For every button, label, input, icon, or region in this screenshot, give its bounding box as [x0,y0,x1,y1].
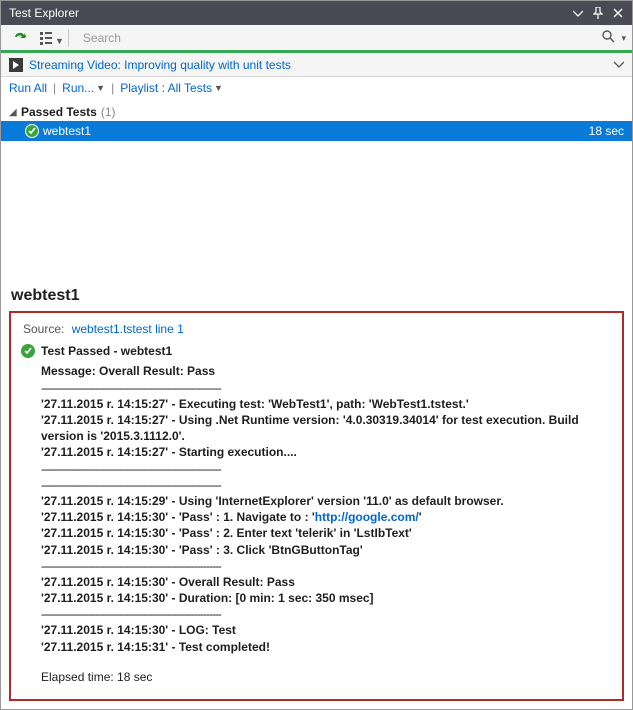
pin-button[interactable] [588,4,608,22]
log-line: '27.11.2015 r. 14:15:30' - Overall Resul… [41,574,610,590]
toolbar-separator [68,29,69,47]
detail-box: Source: webtest1.tstest line 1 Test Pass… [9,311,624,701]
run-all-link[interactable]: Run All [9,81,47,95]
log-line: '27.11.2015 r. 14:15:27' - Using .Net Ru… [41,412,610,444]
window-menu-button[interactable] [568,4,588,22]
pass-icon [21,344,35,358]
test-tree: ◢ Passed Tests (1) webtest1 18 sec [1,99,632,249]
search-dropdown-icon[interactable]: ▾ [621,33,626,44]
detail-panel: webtest1 Source: webtest1.tstest line 1 … [1,281,632,709]
search-icon[interactable] [597,29,619,46]
log-line: '27.11.2015 r. 14:15:29' - Using 'Intern… [41,493,610,509]
test-name: webtest1 [43,124,91,138]
chevron-down-icon: ▼ [214,83,223,93]
source-label: Source: [23,322,64,336]
close-button[interactable] [608,4,628,22]
chevron-down-icon: ▼ [96,83,105,93]
play-icon [9,58,23,72]
group-count: (1) [101,105,116,119]
message-header: Message: Overall Result: Pass [41,363,610,379]
log-line: '27.11.2015 r. 14:15:30' - 'Pass' : 1. N… [41,509,610,525]
separator: | [53,81,56,95]
status-text: Test Passed - webtest1 [41,343,172,359]
elapsed-time: Elapsed time: 18 sec [41,669,610,685]
detail-title: webtest1 [1,281,632,309]
log-line: '27.11.2015 r. 14:15:30' - LOG: Test [41,622,610,638]
navigate-url-link[interactable]: http://google.com/ [315,510,419,524]
refresh-icon[interactable] [7,27,33,49]
group-label: Passed Tests [21,105,97,119]
log-line: '27.11.2015 r. 14:15:30' - 'Pass' : 3. C… [41,542,610,558]
separator: | [111,81,114,95]
search-input[interactable]: Search [77,27,598,49]
log-line: '27.11.2015 r. 14:15:27' - Executing tes… [41,396,610,412]
test-row-webtest1[interactable]: webtest1 18 sec [1,121,632,141]
pass-icon [25,124,39,138]
log-separator: ----------------------------------------… [41,558,610,574]
run-dropdown-link[interactable]: Run...▼ [62,81,105,95]
log-line: '27.11.2015 r. 14:15:30' - Duration: [0 … [41,590,610,606]
window-title: Test Explorer [9,6,79,20]
status-line: Test Passed - webtest1 [21,343,610,359]
log-line: '27.11.2015 r. 14:15:31' - Test complete… [41,639,610,655]
log-separator: ----------------------------------------… [41,380,610,396]
log-line: '27.11.2015 r. 14:15:30' - 'Pass' : 2. E… [41,525,610,541]
log-body: Message: Overall Result: Pass ----------… [41,363,610,654]
search-placeholder: Search [83,31,592,45]
source-link[interactable]: webtest1.tstest line 1 [72,322,184,336]
video-dropdown-icon[interactable] [614,58,624,72]
video-link[interactable]: Streaming Video: Improving quality with … [29,58,291,72]
command-bar: Run All | Run...▼ | Playlist : All Tests… [1,77,632,99]
group-passed-tests[interactable]: ◢ Passed Tests (1) [1,103,632,121]
collapse-icon: ◢ [9,107,21,118]
log-separator: ----------------------------------------… [41,606,610,622]
group-by-dropdown-icon[interactable]: ▼ [55,36,64,46]
log-separator: ----------------------------------------… [41,461,610,477]
test-duration: 18 sec [589,124,624,138]
playlist-dropdown-link[interactable]: Playlist : All Tests▼ [120,81,223,95]
detail-source: Source: webtest1.tstest line 1 [23,321,610,337]
video-link-row: Streaming Video: Improving quality with … [1,53,632,77]
log-separator: ----------------------------------------… [41,477,610,493]
title-bar: Test Explorer [1,1,632,25]
toolbar: ▼ Search ▾ [1,25,632,53]
log-line: '27.11.2015 r. 14:15:27' - Starting exec… [41,444,610,460]
